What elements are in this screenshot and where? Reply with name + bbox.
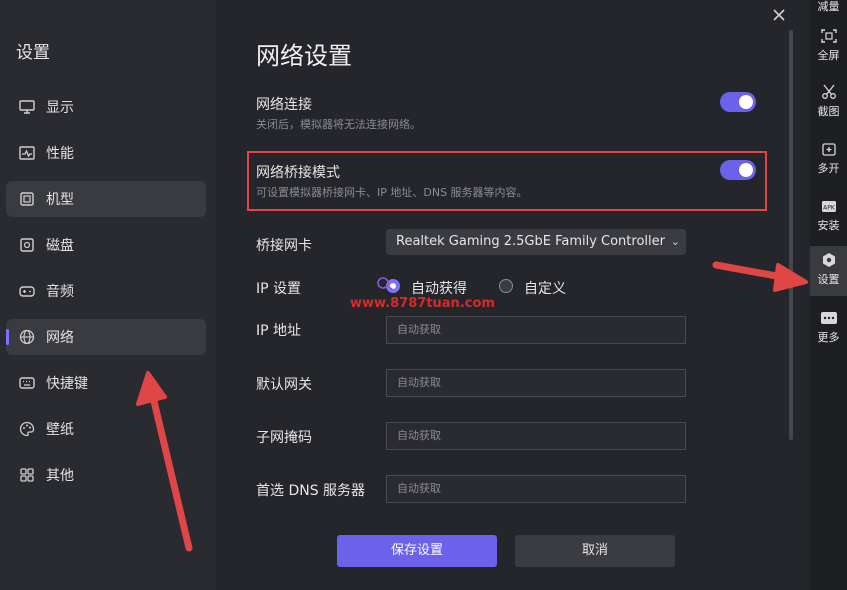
bridge-adapter-select[interactable]: Realtek Gaming 2.5GbE Family Controller … — [386, 229, 686, 255]
sidebar-item-other[interactable]: 其他 — [6, 457, 206, 493]
bridge-adapter-value: Realtek Gaming 2.5GbE Family Controller — [396, 234, 665, 249]
sidebar-item-performance[interactable]: 性能 — [6, 135, 206, 171]
toolbar-item-label: 截图 — [817, 105, 840, 118]
sidebar-item-label: 显示 — [46, 100, 74, 116]
subnet-mask-field[interactable]: 自动获取 — [386, 422, 686, 450]
grid-icon — [18, 466, 36, 484]
subnet-mask-label: 子网掩码 — [256, 430, 312, 446]
toolbar-item-label: 安装 — [817, 219, 840, 232]
gamepad-icon — [18, 282, 36, 300]
sidebar-item-label: 网络 — [46, 330, 74, 346]
palette-icon — [18, 420, 36, 438]
device-icon — [18, 190, 36, 208]
toolbar-item-label: 全屏 — [817, 49, 840, 62]
sidebar-item-label: 性能 — [46, 146, 74, 162]
bridge-mode-toggle[interactable] — [720, 160, 756, 180]
chevron-down-icon: ⌄ — [670, 235, 680, 248]
toolbar-item-fullscreen[interactable]: 全屏 — [810, 28, 847, 63]
toolbar-item-multi-instance[interactable]: 多开 — [810, 141, 847, 176]
scrollbar[interactable] — [789, 30, 793, 440]
sidebar-item-disk[interactable]: 磁盘 — [6, 227, 206, 263]
settings-sidebar: 设置 显示 性能 机型 磁盘 音频 网络 快捷键 壁纸 其他 — [0, 0, 216, 590]
sidebar-item-label: 机型 — [46, 192, 74, 208]
multi-window-icon — [820, 141, 838, 157]
network-connection-desc: 关闭后，模拟器将无法连接网络。 — [256, 118, 421, 131]
ip-setting-label: IP 设置 — [256, 281, 302, 297]
toolbar-item-label: 减量 — [817, 0, 840, 13]
keyboard-icon — [18, 374, 36, 392]
gateway-field[interactable]: 自动获取 — [386, 369, 686, 397]
sidebar-item-audio[interactable]: 音频 — [6, 273, 206, 309]
sidebar-item-label: 快捷键 — [46, 376, 88, 392]
fullscreen-icon — [820, 28, 838, 44]
ip-auto-label: 自动获得 — [411, 281, 467, 297]
apk-icon: APK — [820, 198, 838, 214]
sidebar-item-network[interactable]: 网络 — [6, 319, 206, 355]
toolbar-item-label: 更多 — [817, 331, 840, 344]
ip-custom-label: 自定义 — [524, 281, 566, 297]
sidebar-item-display[interactable]: 显示 — [6, 89, 206, 125]
watermark-logo-icon — [376, 276, 396, 292]
bridge-mode-desc: 可设置模拟器桥接网卡、IP 地址、DNS 服务器等内容。 — [256, 186, 528, 199]
monitor-icon — [18, 98, 36, 116]
ip-address-label: IP 地址 — [256, 323, 302, 339]
hexagon-settings-icon — [820, 252, 838, 268]
bridge-adapter-label: 桥接网卡 — [256, 238, 312, 254]
ip-address-field[interactable]: 自动获取 — [386, 316, 686, 344]
toolbar-item-screenshot[interactable]: 截图 — [810, 84, 847, 119]
sidebar-item-model[interactable]: 机型 — [6, 181, 206, 217]
bridge-mode-label: 网络桥接模式 — [256, 165, 340, 181]
globe-icon — [18, 328, 36, 346]
network-connection-toggle[interactable] — [720, 92, 756, 112]
sidebar-item-wallpaper[interactable]: 壁纸 — [6, 411, 206, 447]
toolbar-item-reduce[interactable]: 减量 — [810, 0, 847, 14]
ip-custom-radio[interactable] — [499, 279, 513, 293]
pulse-icon — [18, 144, 36, 162]
dns-server-field[interactable]: 自动获取 — [386, 475, 686, 503]
toolbar-item-label: 多开 — [817, 162, 840, 175]
sidebar-item-label: 磁盘 — [46, 238, 74, 254]
watermark-text: www.8787tuan.com — [350, 296, 495, 311]
dns-server-label: 首选 DNS 服务器 — [256, 483, 366, 499]
save-button[interactable]: 保存设置 — [337, 535, 497, 567]
cancel-button[interactable]: 取消 — [515, 535, 675, 567]
sidebar-item-shortcuts[interactable]: 快捷键 — [6, 365, 206, 401]
page-title: 网络设置 — [256, 42, 352, 70]
svg-text:APK: APK — [823, 205, 836, 212]
toolbar-item-install[interactable]: APK 安装 — [810, 198, 847, 233]
sidebar-item-label: 音频 — [46, 284, 74, 300]
close-icon[interactable] — [770, 6, 788, 24]
toolbar-item-more[interactable]: 更多 — [810, 310, 847, 345]
toolbar-item-settings[interactable]: 设置 — [810, 246, 847, 296]
more-icon — [820, 310, 838, 326]
sidebar-item-label: 壁纸 — [46, 422, 74, 438]
scissors-icon — [820, 84, 838, 100]
network-connection-label: 网络连接 — [256, 97, 312, 113]
gateway-label: 默认网关 — [256, 377, 312, 393]
disk-icon — [18, 236, 36, 254]
sidebar-title: 设置 — [16, 43, 50, 63]
sidebar-item-label: 其他 — [46, 468, 74, 484]
toolbar-item-label: 设置 — [817, 273, 840, 286]
